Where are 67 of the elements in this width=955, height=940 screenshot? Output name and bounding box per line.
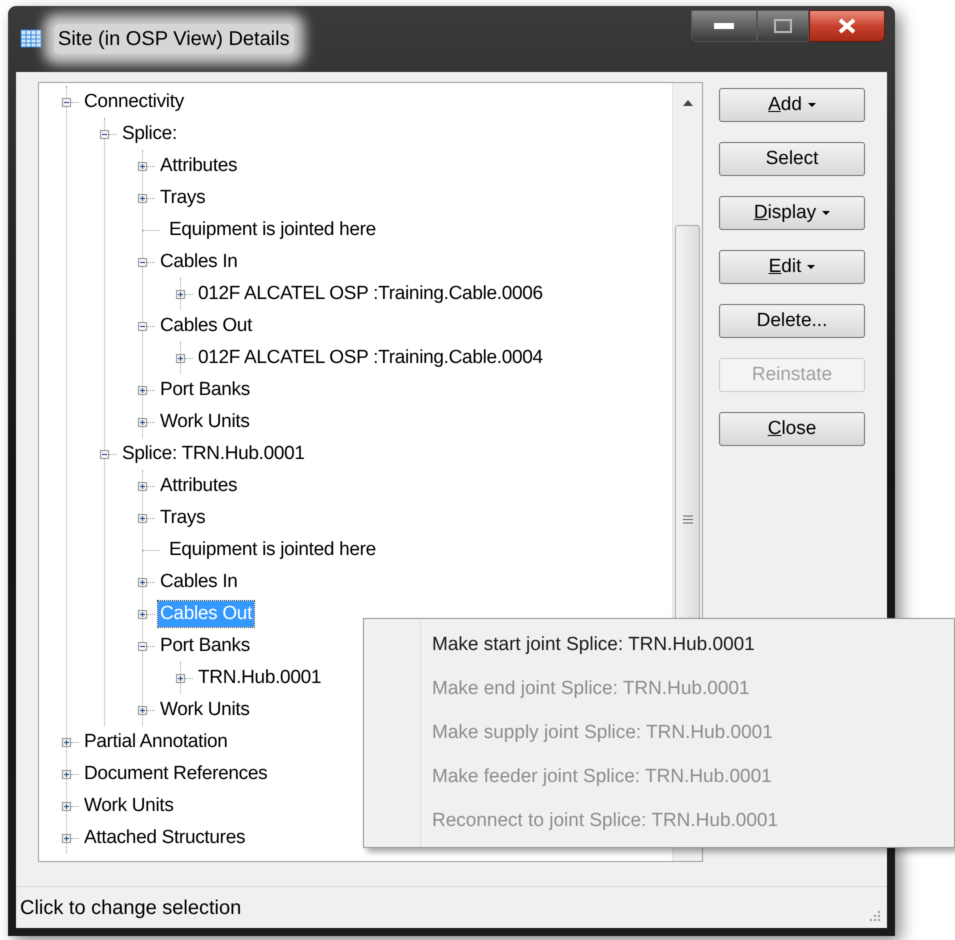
expand-toggle[interactable] <box>138 514 147 522</box>
tree-item[interactable]: Cables Out <box>158 313 254 339</box>
tree-item[interactable]: Partial Annotation <box>82 729 230 755</box>
maximize-button[interactable] <box>757 10 809 42</box>
tree-item[interactable]: Work Units <box>158 697 252 723</box>
expand-toggle[interactable] <box>138 642 147 650</box>
tree-item[interactable]: Splice: <box>120 121 179 147</box>
dialog-button[interactable]: Edit <box>719 250 865 284</box>
expand-toggle[interactable] <box>138 706 147 714</box>
tree-item[interactable]: Trays <box>158 185 208 211</box>
tree-item[interactable]: Attributes <box>158 153 240 179</box>
tree-item[interactable]: 012F ALCATEL OSP :Training.Cable.0004 <box>196 345 545 371</box>
window-title: Site (in OSP View) Details <box>54 24 294 54</box>
tree-item[interactable]: 012F ALCATEL OSP :Training.Cable.0006 <box>196 281 545 307</box>
expand-toggle[interactable] <box>62 770 71 778</box>
tree-item[interactable]: Equipment is jointed here <box>167 537 378 563</box>
expand-toggle[interactable] <box>138 258 147 266</box>
expand-toggle[interactable] <box>62 98 71 106</box>
tree-item[interactable]: Attached Structures <box>82 825 248 851</box>
tree-item[interactable]: Cables In <box>158 569 240 595</box>
tree-item[interactable]: Attributes <box>158 473 240 499</box>
tree-item[interactable]: Port Banks <box>158 377 252 403</box>
tree-item[interactable]: TRN.Hub.0001 <box>196 665 324 691</box>
expand-toggle[interactable] <box>62 738 71 746</box>
caret-icon <box>807 265 816 269</box>
tree-item[interactable]: Cables In <box>158 249 240 275</box>
expand-toggle[interactable] <box>138 194 147 202</box>
scroll-up-icon[interactable] <box>682 100 692 106</box>
dialog-button[interactable]: Display <box>719 196 865 230</box>
tree-item[interactable]: Splice: TRN.Hub.0001 <box>120 441 307 467</box>
resize-grip-icon[interactable] <box>869 910 881 922</box>
caret-icon <box>822 211 830 215</box>
expand-toggle[interactable] <box>100 130 109 138</box>
tree-item[interactable]: Trays <box>158 505 208 531</box>
expand-toggle[interactable] <box>138 322 147 330</box>
caret-icon <box>808 103 816 107</box>
expand-toggle[interactable] <box>138 162 147 170</box>
expand-toggle[interactable] <box>138 386 147 394</box>
grip-icon <box>682 515 692 524</box>
dialog-button[interactable]: Add <box>719 88 865 122</box>
expand-toggle[interactable] <box>176 674 185 682</box>
expand-toggle[interactable] <box>138 482 147 490</box>
dialog-button[interactable]: Select <box>719 142 865 176</box>
minimize-icon <box>714 23 734 29</box>
expand-toggle[interactable] <box>100 450 109 458</box>
dialog-button[interactable]: Close <box>719 412 865 446</box>
dialog-button[interactable]: Delete... <box>719 304 865 338</box>
tree-item[interactable]: Work Units <box>158 409 252 435</box>
expand-toggle[interactable] <box>62 802 71 810</box>
tree-item[interactable]: Connectivity <box>82 89 186 115</box>
minimize-button[interactable] <box>691 10 757 42</box>
tree-item[interactable]: Equipment is jointed here <box>167 217 378 243</box>
status-text: Click to change selection <box>20 896 242 920</box>
tree-item[interactable]: Port Banks <box>158 633 252 659</box>
maximize-icon <box>774 19 792 33</box>
close-icon <box>838 18 856 34</box>
tree-item[interactable]: Work Units <box>82 793 176 819</box>
expand-toggle[interactable] <box>62 834 71 842</box>
expand-toggle[interactable] <box>176 354 185 362</box>
expand-toggle[interactable] <box>138 610 147 618</box>
expand-toggle[interactable] <box>138 578 147 586</box>
close-button[interactable] <box>809 10 885 42</box>
grid-icon <box>20 29 42 49</box>
menu-item[interactable]: Make start joint Splice: TRN.Hub.0001 <box>421 623 788 667</box>
tree-item[interactable]: Document References <box>82 761 270 787</box>
expand-toggle[interactable] <box>176 290 185 298</box>
expand-toggle[interactable] <box>138 418 147 426</box>
